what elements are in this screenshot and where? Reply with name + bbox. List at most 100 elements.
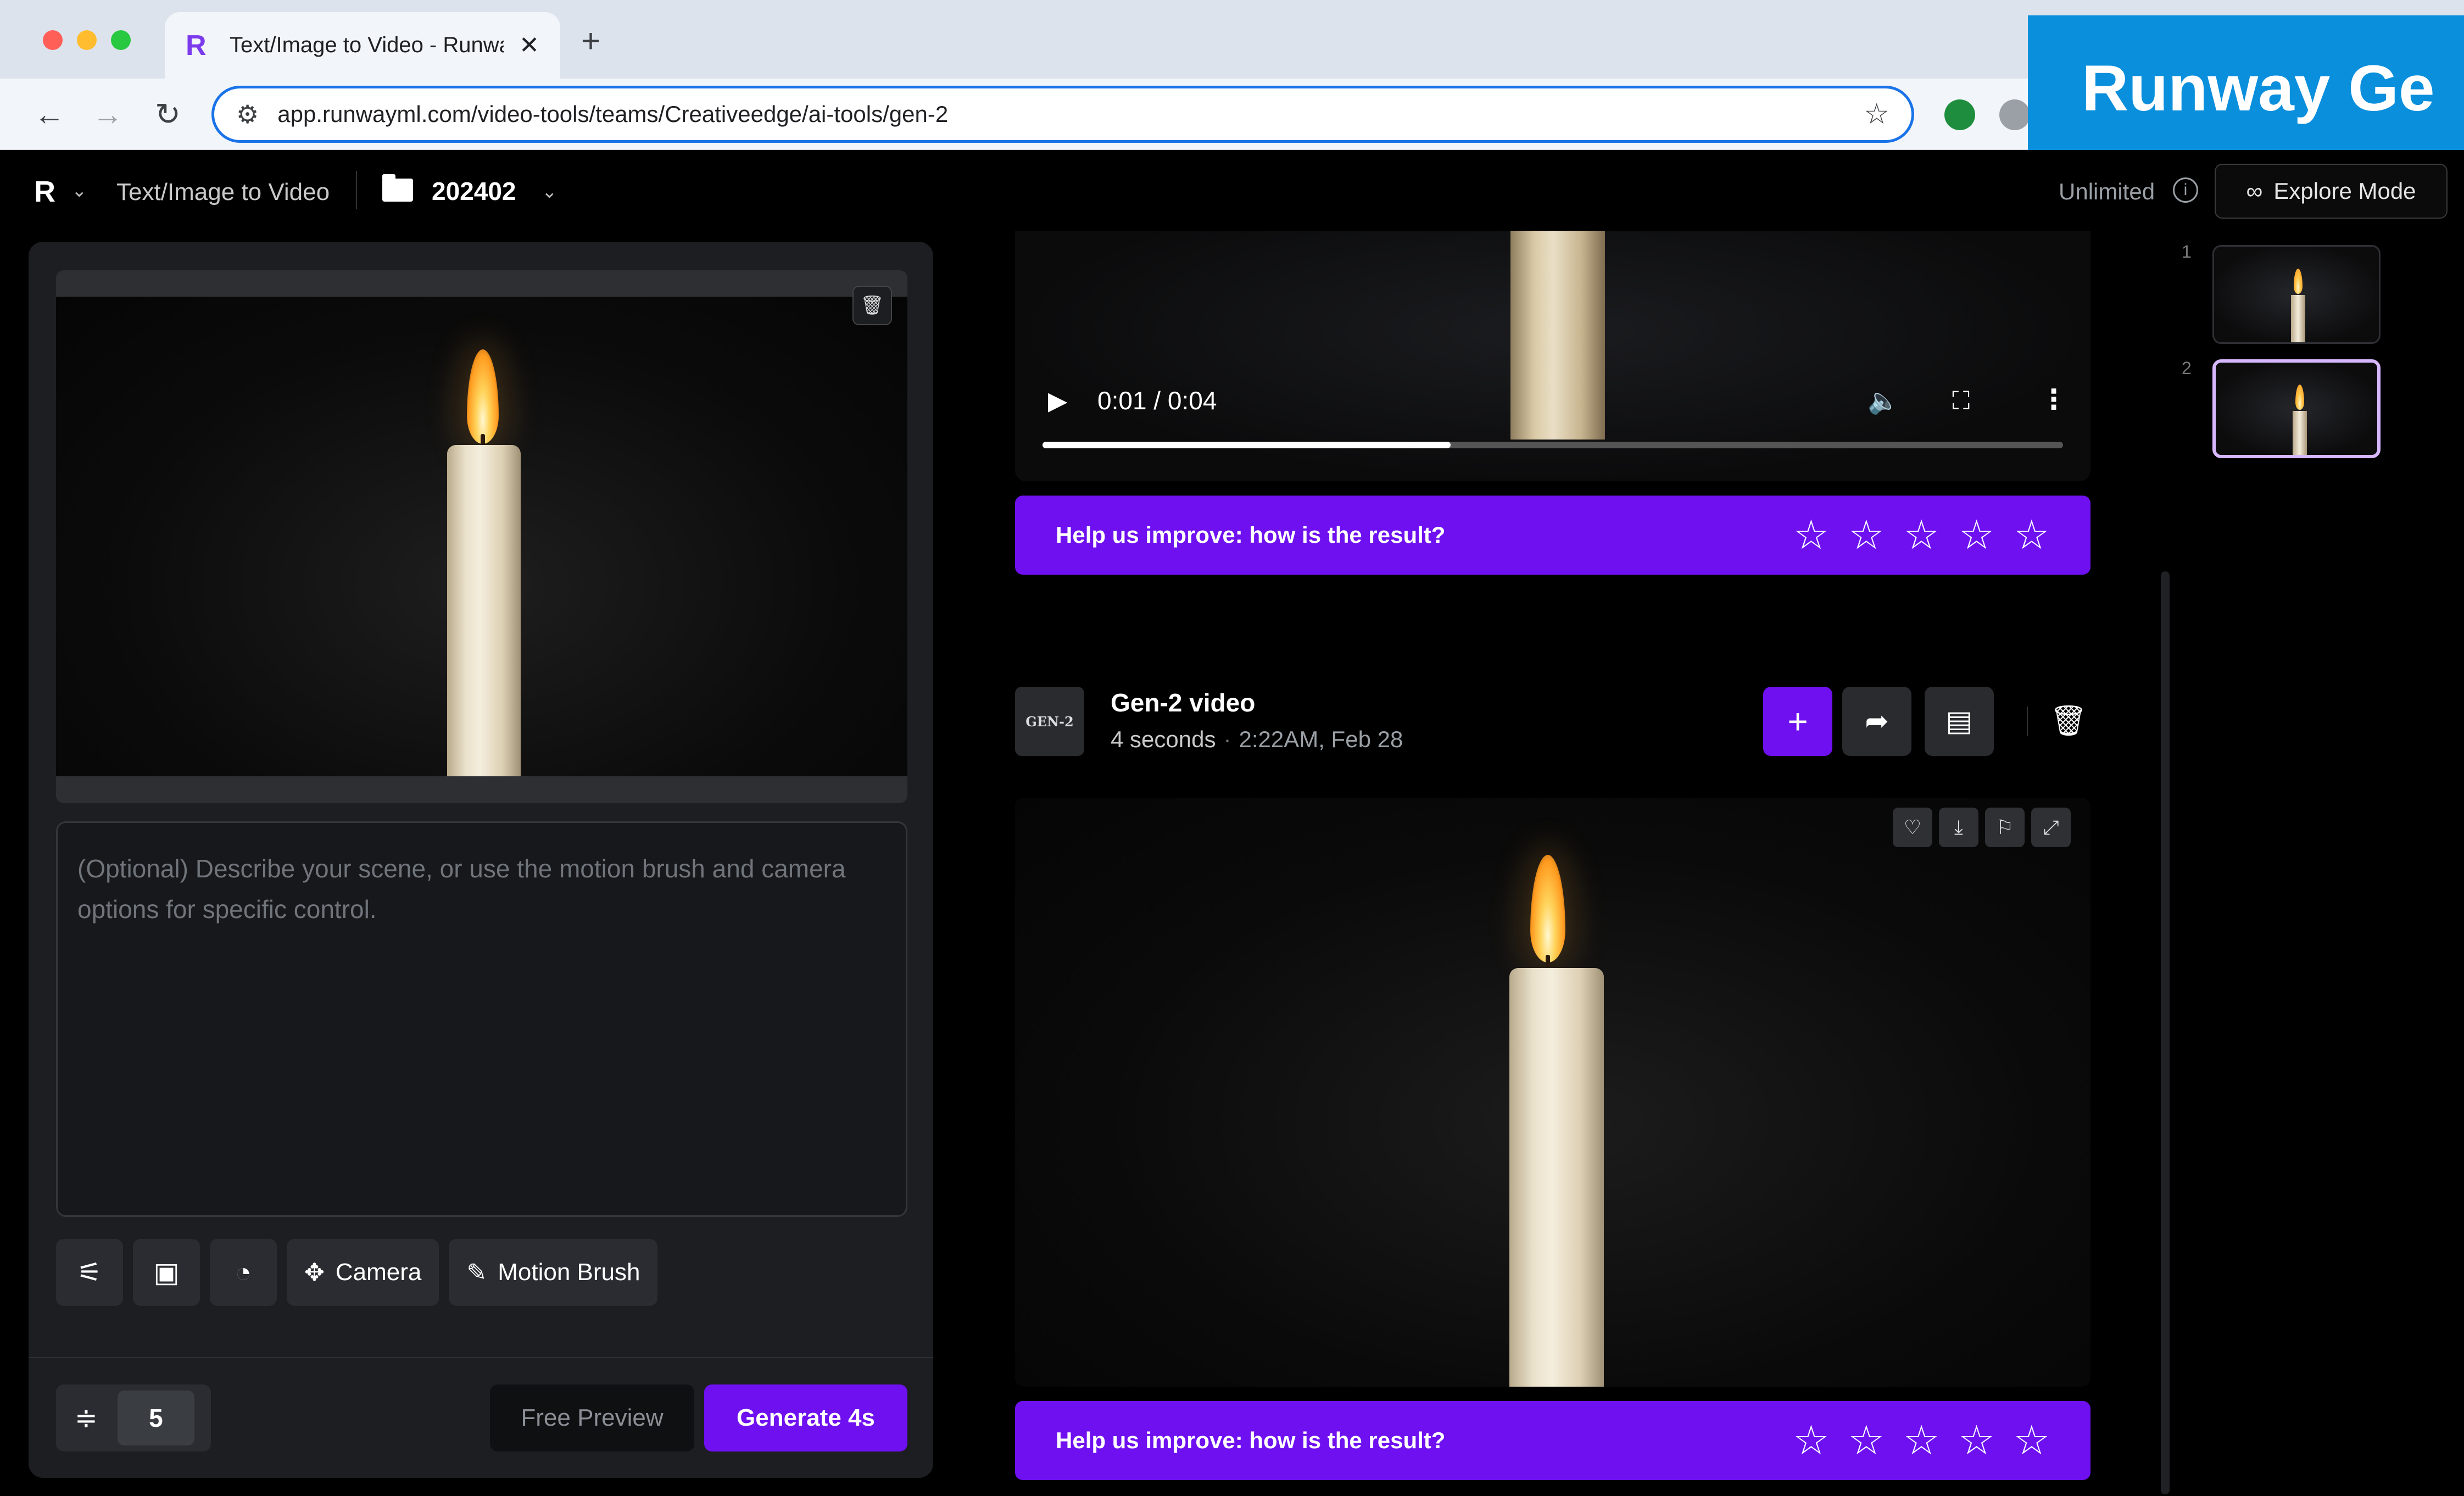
panel-divider bbox=[29, 1357, 933, 1358]
app-header: R ⌄ Text/Image to Video 202402 ⌄ Unlimit… bbox=[0, 150, 2464, 232]
chevron-down-icon[interactable]: ⌄ bbox=[71, 180, 87, 202]
history-thumbnail-1[interactable] bbox=[2212, 245, 2381, 344]
zoom-window-button[interactable] bbox=[111, 30, 131, 50]
meta-separator: · bbox=[1223, 726, 1231, 752]
camera-move-icon: ✥ bbox=[304, 1259, 325, 1286]
prompt-textarea[interactable]: (Optional) Describe your scene, or use t… bbox=[56, 821, 907, 1217]
video-progress-fill bbox=[1043, 442, 1451, 448]
new-tab-button[interactable]: + bbox=[581, 22, 600, 60]
candle-body bbox=[2293, 411, 2307, 455]
close-window-button[interactable] bbox=[43, 30, 63, 50]
url-text[interactable]: app.runwayml.com/video-tools/teams/Creat… bbox=[277, 101, 1864, 127]
duration-control[interactable]: ≑ 5 bbox=[56, 1384, 211, 1451]
explore-mode-button[interactable]: ∞ Explore Mode bbox=[2215, 164, 2448, 219]
star-icon[interactable]: ☆ bbox=[1958, 515, 1994, 555]
brush-icon: ✎ bbox=[466, 1259, 487, 1286]
prompt-placeholder: (Optional) Describe your scene, or use t… bbox=[77, 854, 846, 924]
chevron-down-icon[interactable]: ⌄ bbox=[542, 181, 558, 203]
volume-icon[interactable]: 🔈 bbox=[1867, 386, 1899, 416]
extension-icon-2[interactable] bbox=[1999, 99, 2030, 130]
thumbnail-number: 2 bbox=[2182, 358, 2192, 378]
feedback-bar: Help us improve: how is the result? ☆ ☆ … bbox=[1015, 1401, 2091, 1480]
reload-icon[interactable]: ↻ bbox=[155, 95, 181, 134]
scrollbar[interactable] bbox=[2161, 571, 2170, 1494]
runway-logo-icon[interactable]: R bbox=[34, 175, 55, 209]
tool-row: ⚟ ▣ ◔ ✥ Camera ✎ Motion Brush bbox=[56, 1239, 658, 1306]
star-icon[interactable]: ☆ bbox=[1958, 1420, 1994, 1461]
motion-icon: ≑ bbox=[75, 1403, 98, 1433]
header-divider bbox=[356, 171, 357, 209]
more-options-icon[interactable]: ⋮ bbox=[2040, 383, 2067, 415]
play-icon[interactable]: ▶ bbox=[1048, 386, 1067, 415]
candle-flame bbox=[2294, 269, 2303, 294]
generated-video[interactable]: ♡ ⤓ ⚐ ⤢ bbox=[1015, 798, 2091, 1387]
star-icon[interactable]: ☆ bbox=[1903, 515, 1939, 555]
duration-value[interactable]: 5 bbox=[117, 1391, 194, 1445]
star-icon[interactable]: ☆ bbox=[1793, 515, 1829, 555]
plus-icon: + bbox=[1787, 702, 1808, 741]
upscale-button[interactable]: ▣ bbox=[133, 1239, 200, 1306]
infinity-icon: ∞ bbox=[2246, 178, 2263, 204]
trash-icon: 🗑 bbox=[860, 295, 884, 316]
extension-icon[interactable] bbox=[1944, 99, 1975, 130]
runway-logo-icon: R bbox=[186, 29, 207, 62]
info-sheet-button[interactable]: ▤ bbox=[1925, 687, 1994, 756]
candle-body bbox=[1509, 968, 1604, 1387]
previous-video-player[interactable]: ▶ 0:01 / 0:04 🔈 ⛶ ⋮ bbox=[1015, 231, 2091, 481]
gen-model-badge: GEN-2 bbox=[1015, 687, 1084, 756]
forward-arrow-icon[interactable]: → bbox=[92, 95, 123, 134]
motion-brush-button[interactable]: ✎ Motion Brush bbox=[449, 1239, 658, 1306]
folder-icon bbox=[382, 174, 413, 202]
generate-button[interactable]: Generate 4s bbox=[704, 1384, 907, 1451]
extend-button[interactable]: + bbox=[1763, 687, 1832, 756]
candle-flame bbox=[467, 349, 499, 444]
input-image-frame: 🗑 bbox=[56, 270, 907, 803]
free-preview-button[interactable]: Free Preview bbox=[490, 1384, 694, 1451]
palette-icon: ◔ bbox=[235, 1257, 252, 1288]
tab-close-icon[interactable]: ✕ bbox=[519, 31, 539, 59]
download-button[interactable]: ⤓ bbox=[1939, 808, 1978, 847]
flag-icon: ⚐ bbox=[1995, 816, 2014, 838]
browser-tab[interactable]: R Text/Image to Video - Runway ✕ bbox=[165, 12, 560, 79]
feedback-bar: Help us improve: how is the result? ☆ ☆ … bbox=[1015, 496, 2091, 575]
generation-title: Gen-2 video bbox=[1111, 688, 1256, 717]
info-icon[interactable]: i bbox=[2173, 177, 2198, 203]
document-icon: ▤ bbox=[1945, 705, 1973, 737]
expand-button[interactable]: ⤢ bbox=[2031, 808, 2071, 847]
star-icon[interactable]: ☆ bbox=[1848, 1420, 1885, 1461]
star-icon[interactable]: ☆ bbox=[2014, 515, 2050, 555]
star-icon[interactable]: ☆ bbox=[1793, 1420, 1829, 1461]
explore-mode-label: Explore Mode bbox=[2273, 178, 2416, 204]
bookmark-star-icon[interactable]: ☆ bbox=[1864, 98, 1889, 131]
favorite-button[interactable]: ♡ bbox=[1893, 808, 1932, 847]
camera-label: Camera bbox=[335, 1259, 422, 1286]
report-button[interactable]: ⚐ bbox=[1985, 808, 2025, 847]
generation-duration: 4 seconds bbox=[1111, 726, 1216, 752]
fullscreen-icon[interactable]: ⛶ bbox=[1952, 386, 1970, 416]
video-progress-track[interactable] bbox=[1043, 442, 2063, 448]
style-button[interactable]: ◔ bbox=[210, 1239, 277, 1306]
settings-button[interactable]: ⚟ bbox=[56, 1239, 123, 1306]
minimize-window-button[interactable] bbox=[77, 30, 97, 50]
star-icon[interactable]: ☆ bbox=[1848, 515, 1885, 555]
feedback-text: Help us improve: how is the result? bbox=[1056, 522, 1446, 548]
share-button[interactable]: ➦ bbox=[1842, 687, 1911, 756]
history-thumbnail-2[interactable] bbox=[2212, 359, 2381, 458]
generation-timestamp: 2:22AM, Feb 28 bbox=[1239, 726, 1403, 752]
delete-generation-button[interactable]: 🗑 bbox=[2041, 690, 2096, 752]
share-arrow-icon: ➦ bbox=[1865, 705, 1889, 737]
site-info-icon[interactable]: ⚙ bbox=[236, 99, 259, 129]
back-arrow-icon[interactable]: ← bbox=[34, 95, 65, 134]
camera-button[interactable]: ✥ Camera bbox=[287, 1239, 439, 1306]
feedback-text: Help us improve: how is the result? bbox=[1056, 1427, 1446, 1453]
star-icon[interactable]: ☆ bbox=[1903, 1420, 1939, 1461]
breadcrumb[interactable]: Text/Image to Video bbox=[116, 179, 330, 206]
expand-icon: ⤢ bbox=[2043, 815, 2059, 838]
star-icon[interactable]: ☆ bbox=[2014, 1420, 2050, 1461]
sliders-icon: ⚟ bbox=[77, 1257, 102, 1288]
candle-flame bbox=[1530, 855, 1565, 963]
overlay-title-banner: Runway Ge bbox=[2028, 15, 2464, 162]
address-bar[interactable]: ⚙ app.runwayml.com/video-tools/teams/Cre… bbox=[211, 86, 1914, 143]
delete-image-button[interactable]: 🗑 bbox=[852, 286, 892, 325]
folder-name[interactable]: 202402 bbox=[432, 176, 516, 206]
